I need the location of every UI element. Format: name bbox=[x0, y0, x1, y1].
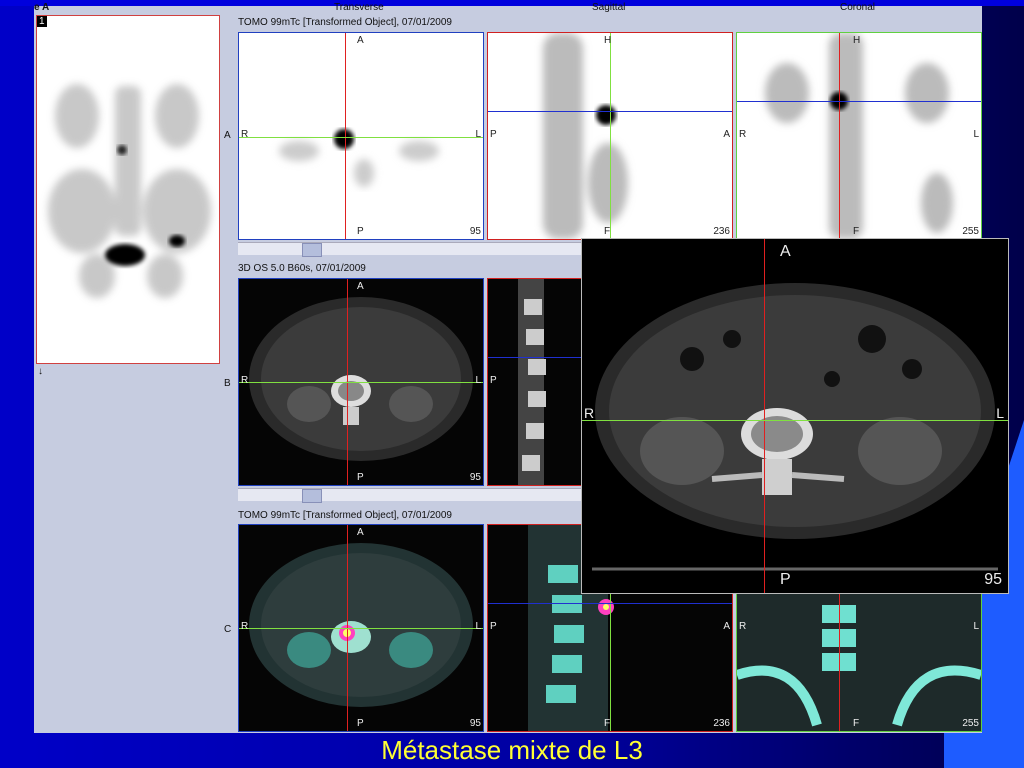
orientation-right: L bbox=[973, 129, 979, 140]
spect-coronal-image bbox=[765, 33, 953, 239]
orientation-right: L bbox=[475, 375, 481, 386]
row-a-coronal-view[interactable]: H R L F 255 bbox=[736, 32, 982, 240]
crosshair-horizontal[interactable] bbox=[239, 137, 483, 138]
zoom-orientation-left: R bbox=[584, 405, 595, 421]
l3-hot-spot bbox=[117, 145, 127, 155]
orientation-right: A bbox=[723, 621, 730, 632]
orientation-bottom: F bbox=[853, 718, 860, 729]
orientation-left: P bbox=[490, 621, 497, 632]
row-b-sagittal-view[interactable]: P bbox=[487, 278, 582, 486]
crosshair-horizontal[interactable] bbox=[737, 101, 981, 102]
spect-transverse-image bbox=[279, 129, 439, 187]
mip-projection-view[interactable]: 1 bbox=[36, 15, 220, 364]
slice-number: 255 bbox=[962, 718, 979, 729]
slice-number: 95 bbox=[469, 718, 481, 729]
orientation-top: H bbox=[853, 35, 861, 46]
row-c-transverse-view[interactable]: A R L P 95 bbox=[238, 524, 484, 732]
slice-number: 95 bbox=[469, 226, 481, 237]
orientation-top: A bbox=[357, 281, 364, 292]
slide-caption: Métastase mixte de L3 bbox=[381, 735, 643, 765]
slice-number: 236 bbox=[713, 226, 730, 237]
mip-scroll-marker[interactable]: ↓ bbox=[38, 366, 43, 377]
orientation-top: A bbox=[357, 35, 364, 46]
orientation-left: R bbox=[241, 129, 249, 140]
zoom-slice-number: 95 bbox=[984, 571, 1002, 588]
orientation-bottom: F bbox=[604, 718, 611, 729]
crosshair-horizontal[interactable] bbox=[488, 111, 732, 112]
orientation-bottom: F bbox=[853, 226, 860, 237]
slider-thumb[interactable] bbox=[302, 489, 322, 503]
orientation-right: L bbox=[973, 621, 979, 632]
orientation-right: L bbox=[475, 621, 481, 632]
column-header-coronal: Coronal bbox=[840, 2, 876, 13]
crosshair-vertical[interactable] bbox=[839, 33, 840, 239]
zoom-crosshair-horizontal[interactable] bbox=[582, 420, 1008, 421]
orientation-right: A bbox=[723, 129, 730, 140]
column-header-sagittal: Sagittal bbox=[592, 2, 626, 13]
row-c-title: TOMO 99mTc [Transformed Object], 07/01/2… bbox=[238, 510, 452, 521]
orientation-left: R bbox=[241, 621, 249, 632]
orientation-top: A bbox=[357, 527, 364, 538]
crosshair-vertical[interactable] bbox=[610, 33, 611, 239]
orientation-left: R bbox=[739, 129, 747, 140]
orientation-left: R bbox=[739, 621, 747, 632]
bladder-uptake bbox=[105, 244, 145, 266]
orientation-top: H bbox=[604, 35, 612, 46]
zoom-orientation-top: A bbox=[780, 243, 791, 260]
row-b-title: 3D OS 5.0 B60s, 07/01/2009 bbox=[238, 263, 366, 274]
slider-thumb[interactable] bbox=[302, 243, 322, 257]
row-label-c: C bbox=[224, 624, 232, 635]
window-title: e A bbox=[34, 2, 50, 13]
orientation-left: P bbox=[490, 129, 497, 140]
orientation-left: R bbox=[241, 375, 249, 386]
crosshair-horizontal[interactable] bbox=[239, 382, 483, 383]
slice-number: 255 bbox=[962, 226, 979, 237]
mip-frame-number: 1 bbox=[37, 16, 47, 27]
zoomed-ct-transverse-view[interactable]: A R L P 95 bbox=[581, 238, 1009, 594]
orientation-bottom: F bbox=[604, 226, 611, 237]
mip-image bbox=[48, 84, 211, 298]
orientation-right: L bbox=[475, 129, 481, 140]
zoomed-ct-image bbox=[592, 283, 998, 571]
row-b-transverse-view[interactable]: A R L P 95 bbox=[238, 278, 484, 486]
orientation-left: P bbox=[490, 375, 497, 386]
zoom-crosshair-vertical[interactable] bbox=[764, 239, 765, 593]
slice-number: 236 bbox=[713, 718, 730, 729]
row-label-a: A bbox=[224, 130, 231, 141]
row-label-b: B bbox=[224, 378, 231, 389]
column-header-transverse: Transverse bbox=[334, 2, 384, 13]
crosshair-horizontal[interactable] bbox=[488, 357, 581, 358]
crosshair-horizontal[interactable] bbox=[239, 628, 483, 629]
zoom-orientation-right: L bbox=[996, 405, 1004, 421]
orientation-bottom: P bbox=[357, 718, 364, 729]
row-a-transverse-view[interactable]: A R L P 95 bbox=[238, 32, 484, 240]
crosshair-horizontal[interactable] bbox=[488, 603, 732, 604]
orientation-bottom: P bbox=[357, 226, 364, 237]
ct-sagittal-image bbox=[518, 279, 546, 485]
crosshair-vertical[interactable] bbox=[345, 33, 346, 239]
zoom-orientation-bottom: P bbox=[780, 571, 791, 588]
orientation-bottom: P bbox=[357, 472, 364, 483]
slice-number: 95 bbox=[469, 472, 481, 483]
row-a-sagittal-view[interactable]: H P A F 236 bbox=[487, 32, 733, 240]
row-a-title: TOMO 99mTc [Transformed Object], 07/01/2… bbox=[238, 17, 452, 28]
